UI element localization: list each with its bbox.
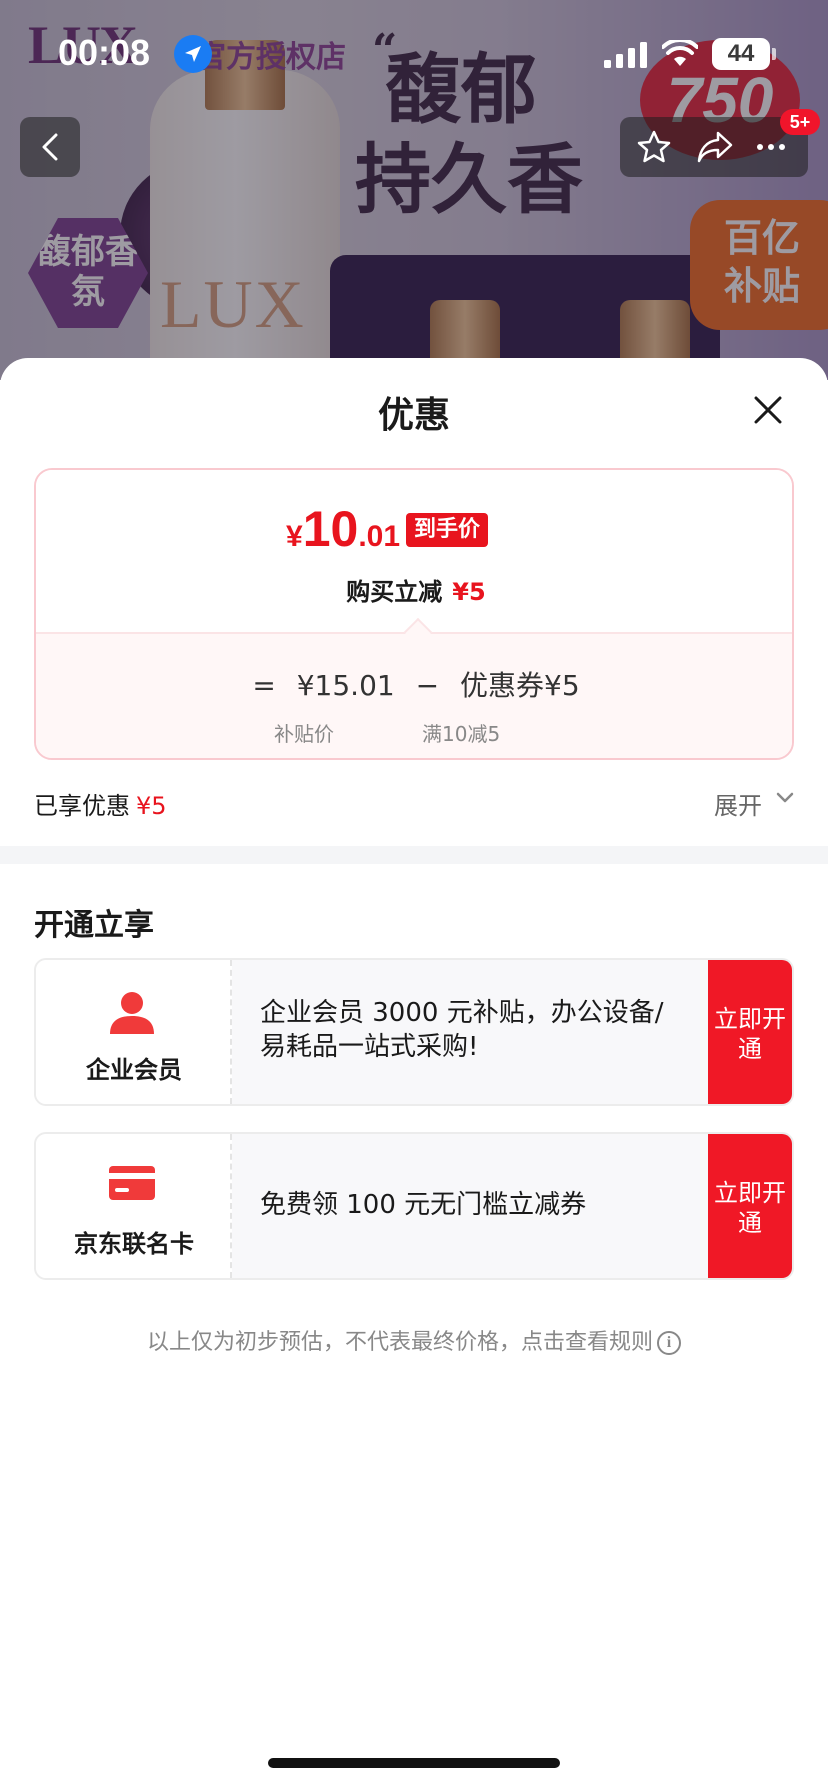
- sheet-title: 优惠: [377, 395, 450, 436]
- instant-discount-amount: ¥5: [452, 578, 486, 606]
- instant-discount-label: 购买立减: [346, 578, 443, 606]
- wifi-icon: [662, 40, 698, 66]
- enjoyed-discount-amount: ¥5: [136, 792, 167, 820]
- battery-icon: 44: [712, 38, 776, 70]
- price-breakdown-card: ¥10.01 到手价 购买立减 ¥5 = ¥15.01 − 优惠券¥5 补贴价 满…: [34, 468, 794, 760]
- instant-discount-line: 购买立减 ¥5: [36, 572, 792, 607]
- final-price-area: ¥10.01 到手价 购买立减 ¥5: [36, 470, 792, 632]
- enjoyed-discount-label: 已享优惠: [34, 792, 130, 820]
- activate-button[interactable]: 立即开通: [708, 960, 792, 1104]
- final-price-integer: 10: [302, 501, 359, 557]
- section-title: 开通立享: [34, 908, 154, 943]
- coupon-amount: 优惠券¥5: [460, 669, 580, 702]
- discount-sheet: 优惠 ¥10.01 到手价 购买立减 ¥5 = ¥15.01 − 优惠券¥5 补贴…: [0, 358, 828, 1792]
- header-actions: 5+: [620, 109, 820, 177]
- close-icon[interactable]: [750, 392, 786, 428]
- share-icon[interactable]: [696, 129, 734, 165]
- back-button[interactable]: [20, 117, 80, 177]
- offer-name: 京东联名卡: [74, 1230, 194, 1258]
- final-price: ¥10.01: [286, 500, 400, 558]
- status-bar: 00:08 44: [0, 0, 828, 110]
- activate-button[interactable]: 立即开通: [708, 1134, 792, 1278]
- chevron-down-icon[interactable]: [776, 792, 794, 804]
- more-icon[interactable]: [756, 143, 786, 151]
- equals-sign: =: [252, 669, 276, 702]
- expand-button[interactable]: 展开: [714, 786, 762, 821]
- offer-description: 免费领 100 元无门槛立减券: [260, 1190, 587, 1220]
- final-price-currency: ¥: [286, 520, 303, 553]
- card-icon: [109, 1166, 155, 1200]
- home-indicator[interactable]: [268, 1758, 560, 1768]
- final-price-tag: 到手价: [406, 513, 489, 547]
- base-price: ¥15.01: [296, 669, 395, 702]
- section-divider: [0, 846, 828, 864]
- coupon-caption: 满10减5: [422, 722, 501, 746]
- status-time: 00:08: [58, 32, 151, 73]
- location-arrow-icon: [174, 35, 212, 73]
- price-formula: = ¥15.01 − 优惠券¥5: [36, 664, 792, 704]
- notification-badge: 5+: [780, 109, 820, 135]
- rules-link[interactable]: 以上仅为初步预估，不代表最终价格，点击查看规则 i: [0, 1324, 828, 1356]
- offer-card-cobrand[interactable]: 京东联名卡 免费领 100 元无门槛立减券 立即开通: [34, 1132, 794, 1280]
- disclaimer-text: 以上仅为初步预估，不代表最终价格，点击查看规则: [146, 1330, 653, 1355]
- price-formula-area: = ¥15.01 − 优惠券¥5 补贴价 满10减5: [36, 632, 792, 758]
- offer-left-panel: 京东联名卡: [36, 1134, 232, 1278]
- enjoyed-discount: 已享优惠 ¥5: [34, 786, 167, 821]
- info-icon[interactable]: i: [657, 1331, 681, 1355]
- minus-sign: −: [415, 669, 440, 702]
- signal-icon: [604, 42, 647, 68]
- final-price-decimal: .01: [358, 520, 401, 553]
- base-price-caption: 补贴价: [274, 722, 334, 746]
- offer-name: 企业会员: [86, 1056, 182, 1084]
- offer-left-panel: 企业会员: [36, 960, 232, 1104]
- person-icon: [110, 992, 154, 1034]
- star-icon[interactable]: [636, 129, 672, 165]
- offer-card-enterprise[interactable]: 企业会员 企业会员 3000 元补贴，办公设备/易耗品一站式采购! 立即开通: [34, 958, 794, 1106]
- offer-description: 企业会员 3000 元补贴，办公设备/易耗品一站式采购!: [260, 998, 664, 1062]
